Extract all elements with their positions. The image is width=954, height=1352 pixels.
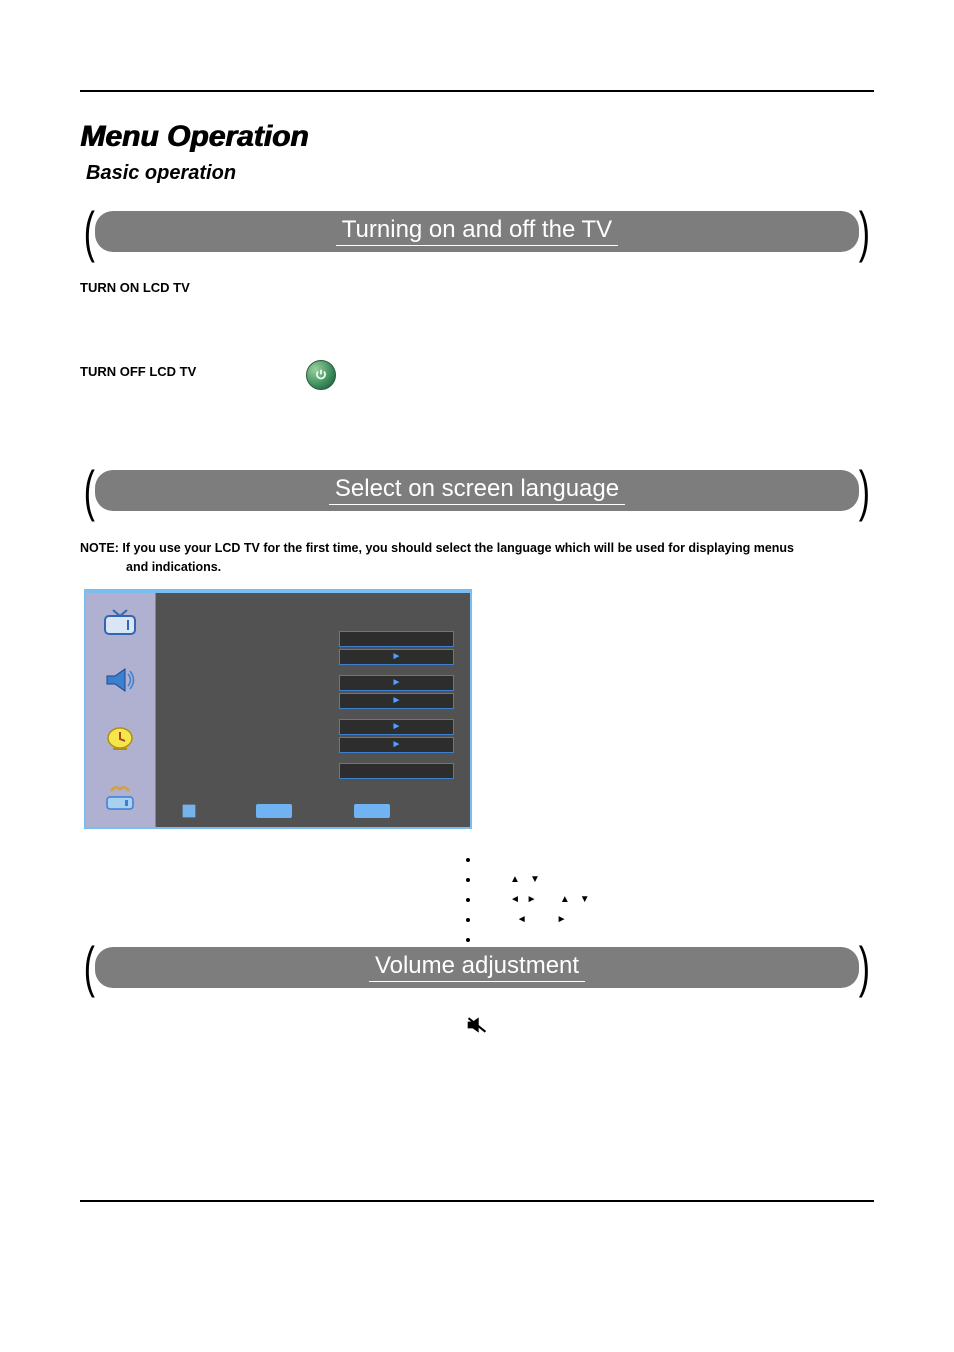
turn-on-label: TURN ON LCD TV [80, 280, 874, 295]
osd-footer-button [256, 804, 292, 818]
bullet: ◄ ► [480, 912, 590, 926]
pill-power: Turning on and off the TV [95, 211, 860, 252]
section-heading-power: ( Turning on and off the TV ) [80, 211, 874, 252]
paren-right: ) [859, 218, 870, 246]
section-heading-volume: ( Volume adjustment ) [80, 947, 874, 988]
paren-left: ( [84, 953, 95, 981]
osd-item [339, 763, 454, 779]
turn-off-label: TURN OFF LCD TV [80, 364, 196, 379]
osd-item: ► [339, 675, 454, 691]
mute-icon [466, 1016, 488, 1034]
rule-bottom [80, 1200, 874, 1202]
rule-top [80, 90, 874, 92]
osd-item: ► [339, 719, 454, 735]
eject-icon [96, 780, 144, 815]
osd-item-list: ► ► ► ► ► [339, 631, 454, 779]
language-note: NOTE: If you use your LCD TV for the fir… [80, 539, 874, 577]
osd-item: ► [339, 737, 454, 753]
subtitle: Basic operation [86, 162, 874, 185]
osd-item: ► [339, 693, 454, 709]
paren-right: ) [859, 477, 870, 505]
osd-item: ► [339, 649, 454, 665]
osd-sidebar [86, 593, 156, 827]
osd-body: ► ► ► ► ► [156, 593, 470, 827]
pill-volume: Volume adjustment [95, 947, 860, 988]
bullet [480, 932, 590, 946]
bullet: ◄ ► ▲ ▼ [480, 892, 590, 906]
power-icon [306, 360, 336, 390]
paren-left: ( [84, 218, 95, 246]
osd-menu-screenshot: ► ► ► ► ► [84, 589, 472, 829]
clock-icon [96, 722, 144, 757]
bullet [480, 852, 590, 866]
bullet: ▲ ▼ [480, 872, 590, 886]
osd-item [339, 631, 454, 647]
osd-footer-button [354, 804, 390, 818]
osd-footer [180, 801, 458, 821]
instruction-bullets: ▲ ▼ ◄ ► ▲ ▼ ◄ ► [480, 852, 590, 952]
pill-language: Select on screen language [95, 470, 860, 511]
paren-right: ) [859, 953, 870, 981]
section-heading-language: ( Select on screen language ) [80, 470, 874, 511]
nav-diamond-icon [180, 802, 198, 820]
speaker-icon [96, 663, 144, 698]
tv-icon [96, 605, 144, 640]
page-title: Menu Operation [80, 120, 874, 154]
paren-left: ( [84, 477, 95, 505]
